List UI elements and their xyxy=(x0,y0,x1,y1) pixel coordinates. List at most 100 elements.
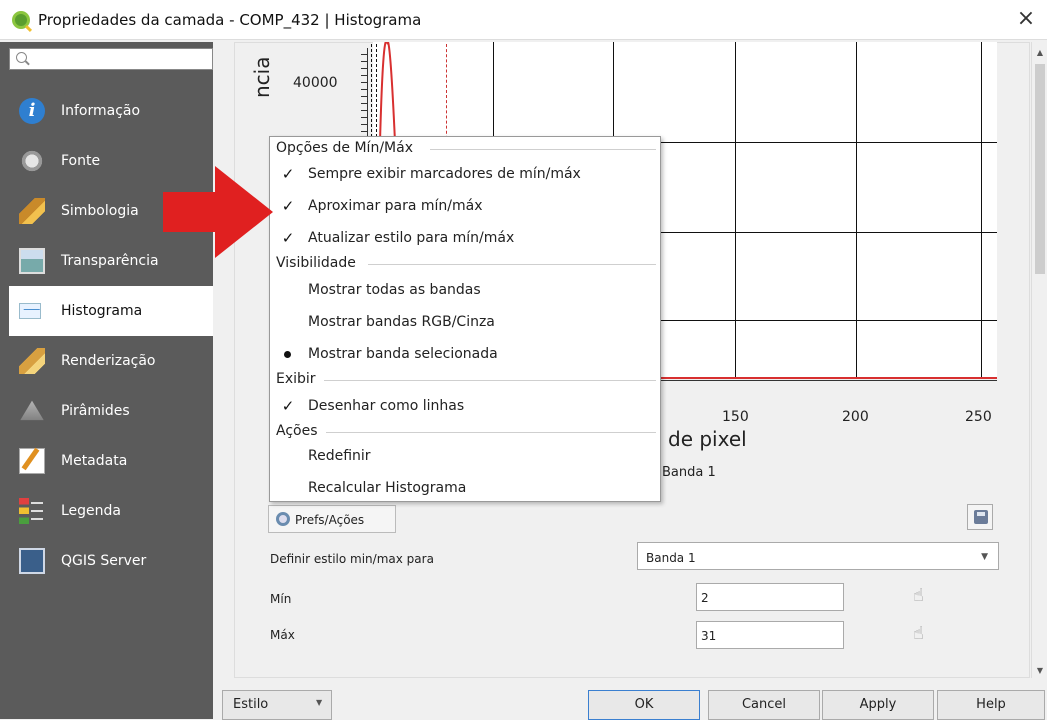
sidebar-item-metadata[interactable]: Metadata xyxy=(9,436,213,486)
menu-item-label: Aproximar para mín/máx xyxy=(308,198,483,214)
min-input[interactable]: 2 xyxy=(696,583,844,611)
transparency-icon xyxy=(19,248,45,274)
scroll-up-icon[interactable]: ▲ xyxy=(1035,48,1045,58)
menu-item-recompute-histogram[interactable]: Recalcular Histograma xyxy=(280,475,656,501)
min-label: Mín xyxy=(270,592,292,606)
sidebar-item-label: Informação xyxy=(61,103,141,119)
title-bar: Propriedades da camada - COMP_432 | Hist… xyxy=(0,0,1047,40)
sidebar-item-label: Transparência xyxy=(61,253,159,269)
min-marker-line xyxy=(376,44,377,142)
sidebar-item-label: Simbologia xyxy=(61,203,139,219)
menu-item-label: Desenhar como linhas xyxy=(308,398,465,414)
chevron-down-icon: ▼ xyxy=(981,552,988,562)
y-axis-ticks xyxy=(358,48,368,143)
visibility-header: Visibilidade xyxy=(276,255,356,271)
checkmark-icon: ✓ xyxy=(281,197,295,215)
prefs-actions-menu: Opções de Mín/Máx ✓ Sempre exibir marcad… xyxy=(269,136,661,502)
section-divider xyxy=(326,432,656,433)
pick-max-icon[interactable] xyxy=(913,623,933,645)
menu-item-label: Mostrar banda selecionada xyxy=(308,346,498,362)
menu-item-show-all-bands[interactable]: Mostrar todas as bandas xyxy=(280,277,656,303)
sidebar-item-label: Pirâmides xyxy=(61,403,130,419)
menu-item-zoom-to-minmax[interactable]: ✓ Aproximar para mín/máx xyxy=(280,193,656,219)
style-button-label: Estilo xyxy=(233,697,269,712)
annotation-arrow-icon xyxy=(163,166,273,258)
window-title: Propriedades da camada - COMP_432 | Hist… xyxy=(38,11,422,29)
gear-icon xyxy=(276,512,290,526)
x-axis-label: de pixel xyxy=(668,427,747,451)
qgis-logo-icon xyxy=(12,11,30,29)
band-select-value: Banda 1 xyxy=(646,551,696,565)
pyramids-icon xyxy=(20,400,44,421)
checkmark-icon: ✓ xyxy=(281,165,295,183)
grid-line xyxy=(735,42,736,377)
max-input[interactable]: 31 xyxy=(696,621,844,649)
y-tick-label: 40000 xyxy=(293,75,338,91)
sidebar-item-label: Legenda xyxy=(61,503,122,519)
save-histogram-button[interactable] xyxy=(967,504,993,530)
sidebar-item-label: Histograma xyxy=(61,303,143,319)
sidebar-item-label: Metadata xyxy=(61,453,128,469)
sidebar-item-piramides[interactable]: Pirâmides xyxy=(9,386,213,436)
scrollbar-thumb[interactable] xyxy=(1035,64,1045,274)
grid-line xyxy=(856,42,857,377)
minmax-options-header: Opções de Mín/Máx xyxy=(276,140,413,156)
menu-item-show-selected-band[interactable]: Mostrar banda selecionada xyxy=(280,341,656,367)
search-input[interactable] xyxy=(9,48,213,70)
min-marker-line xyxy=(371,44,372,142)
sidebar-item-label: Fonte xyxy=(61,153,101,169)
x-tick-label: 250 xyxy=(965,409,992,425)
sidebar-item-histograma[interactable]: Histograma xyxy=(9,286,213,336)
menu-item-label: Mostrar todas as bandas xyxy=(308,282,481,298)
source-icon xyxy=(19,148,45,174)
sidebar-item-label: QGIS Server xyxy=(61,553,147,569)
scroll-down-icon[interactable]: ▼ xyxy=(1035,666,1045,676)
checkmark-icon: ✓ xyxy=(281,397,295,415)
save-icon xyxy=(974,510,988,524)
section-divider xyxy=(368,264,656,265)
sidebar-item-legenda[interactable]: Legenda xyxy=(9,486,213,536)
metadata-icon xyxy=(19,448,45,474)
max-marker-line xyxy=(446,44,447,144)
menu-item-label: Sempre exibir marcadores de mín/máx xyxy=(308,166,581,182)
help-button[interactable]: Help xyxy=(937,690,1045,720)
prefs-actions-label: Prefs/Ações xyxy=(295,513,365,527)
ok-button[interactable]: OK xyxy=(588,690,700,720)
menu-item-reset[interactable]: Redefinir xyxy=(280,443,656,469)
legend-entry: Banda 1 xyxy=(662,465,716,480)
menu-item-label: Atualizar estilo para mín/máx xyxy=(308,230,515,246)
menu-item-draw-as-lines[interactable]: ✓ Desenhar como linhas xyxy=(280,393,656,419)
checkmark-icon: ✓ xyxy=(281,229,295,247)
sidebar-item-qgis-server[interactable]: QGIS Server xyxy=(9,536,213,586)
menu-item-always-show-markers[interactable]: ✓ Sempre exibir marcadores de mín/máx xyxy=(280,161,656,187)
section-divider xyxy=(324,380,656,381)
menu-item-update-style[interactable]: ✓ Atualizar estilo para mín/máx xyxy=(280,225,656,251)
pick-min-icon[interactable] xyxy=(913,585,933,607)
section-divider xyxy=(430,149,656,150)
grid-line xyxy=(981,42,982,377)
x-tick-label: 150 xyxy=(722,409,749,425)
close-icon[interactable]: × xyxy=(1013,6,1039,32)
menu-item-label: Recalcular Histograma xyxy=(308,480,467,496)
prefs-actions-button[interactable]: Prefs/Ações xyxy=(268,505,396,533)
symbology-icon xyxy=(19,198,45,224)
sidebar-item-informacao[interactable]: i Informação xyxy=(9,86,213,136)
band-select[interactable]: Banda 1 ▼ xyxy=(637,542,999,570)
actions-header: Ações xyxy=(276,423,318,439)
apply-button[interactable]: Apply xyxy=(822,690,934,720)
menu-item-show-rgb-bands[interactable]: Mostrar bandas RGB/Cinza xyxy=(280,309,656,335)
vertical-scrollbar[interactable]: ▲ ▼ xyxy=(1031,42,1047,678)
chevron-down-icon: ▼ xyxy=(316,698,323,707)
set-style-label: Definir estilo min/max para xyxy=(270,552,434,566)
histogram-icon xyxy=(19,303,41,319)
y-axis-label: ncia xyxy=(250,56,274,98)
info-icon: i xyxy=(19,98,45,124)
qgis-server-icon xyxy=(19,548,45,574)
histogram-curve xyxy=(379,42,396,142)
x-tick-label: 200 xyxy=(842,409,869,425)
display-header: Exibir xyxy=(276,371,316,387)
menu-item-label: Mostrar bandas RGB/Cinza xyxy=(308,314,495,330)
sidebar-item-renderizacao[interactable]: Renderização xyxy=(9,336,213,386)
cancel-button[interactable]: Cancel xyxy=(708,690,820,720)
search-icon xyxy=(16,52,27,63)
